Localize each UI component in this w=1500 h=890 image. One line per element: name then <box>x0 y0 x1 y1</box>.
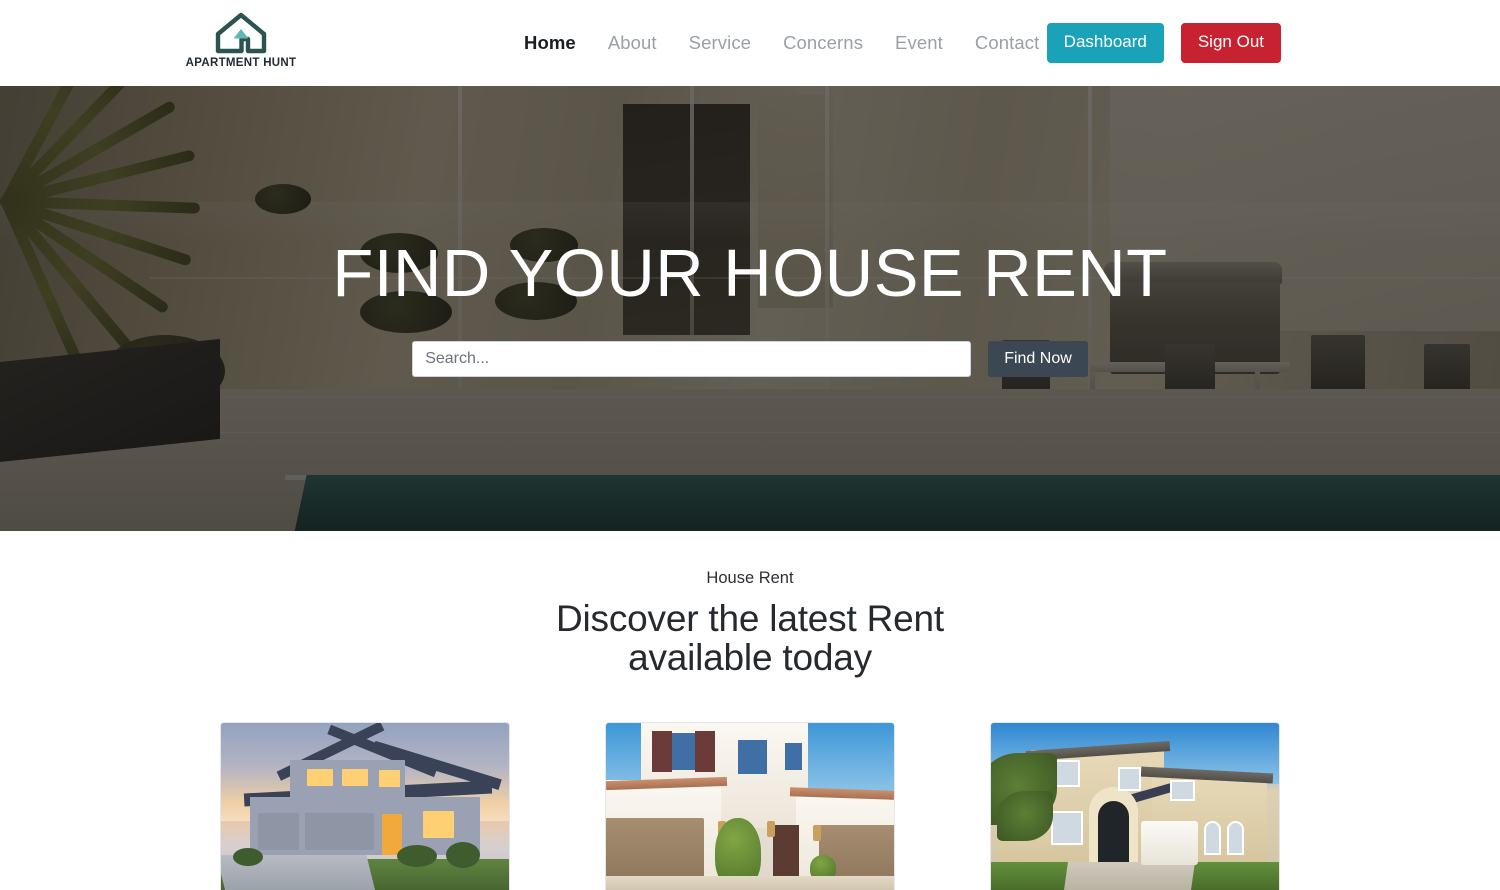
nav-item-concerns[interactable]: Concerns <box>767 32 879 54</box>
listing-card[interactable]: Family Apartment Three <box>605 721 895 890</box>
hero-content: FIND YOUR HOUSE RENT Find Now <box>0 86 1500 531</box>
nav-item-home[interactable]: Home <box>508 32 592 54</box>
listing-card[interactable]: Gorgeous house <box>990 721 1280 890</box>
section-title-line2: available today <box>628 636 872 678</box>
search-input[interactable] <box>412 341 972 377</box>
house-up-arrow-icon <box>215 12 267 54</box>
hero-title: FIND YOUR HOUSE RENT <box>332 236 1168 311</box>
brand-name: APARTMENT HUNT <box>185 57 297 69</box>
listing-image <box>606 722 894 890</box>
listing-card-grid: Washington Avenue <box>0 721 1500 890</box>
hero-section: FIND YOUR HOUSE RENT Find Now <box>0 86 1500 531</box>
section-eyebrow: House Rent <box>706 569 794 587</box>
sign-out-button[interactable]: Sign Out <box>1180 23 1281 63</box>
nav-item-event[interactable]: Event <box>879 32 959 54</box>
listing-image <box>991 722 1279 890</box>
top-navbar: APARTMENT HUNT Home About Service Concer… <box>0 0 1500 86</box>
nav-item-contact[interactable]: Contact <box>959 32 1055 54</box>
nav-item-service[interactable]: Service <box>673 32 767 54</box>
listings-section: House Rent Discover the latest Rent avai… <box>0 531 1500 890</box>
primary-nav: Home About Service Concerns Event Contac… <box>508 0 1055 86</box>
page-root: APARTMENT HUNT Home About Service Concer… <box>0 0 1500 890</box>
dashboard-button[interactable]: Dashboard <box>1046 23 1164 63</box>
nav-actions: Dashboard Sign Out <box>1046 0 1281 86</box>
find-now-button[interactable]: Find Now <box>988 341 1088 377</box>
listing-card[interactable]: Washington Avenue <box>220 721 510 890</box>
nav-item-about[interactable]: About <box>592 32 673 54</box>
brand-logo[interactable]: APARTMENT HUNT <box>186 12 296 69</box>
hero-search-bar: Find Now <box>412 341 1088 377</box>
section-title: Discover the latest Rent available today <box>0 598 1500 678</box>
section-title-line1: Discover the latest Rent <box>556 598 944 639</box>
listing-image <box>221 722 509 890</box>
